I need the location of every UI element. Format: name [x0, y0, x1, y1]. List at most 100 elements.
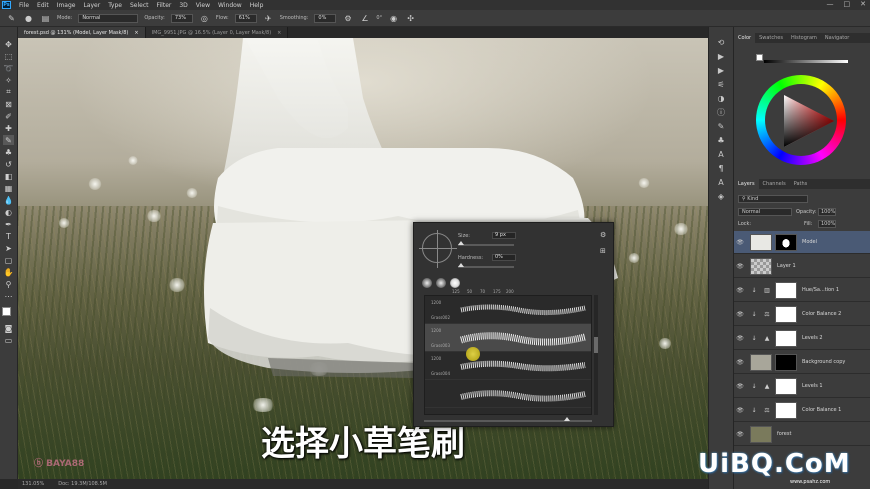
tab-img-9951[interactable]: IMG_9951.JPG @ 16.5% (Layer 0, Layer Mas…: [145, 27, 289, 38]
layer-mask-thumbnail[interactable]: [775, 329, 797, 347]
preset-hard-round[interactable]: [450, 278, 460, 288]
tab-color[interactable]: Color: [734, 33, 756, 43]
layer-row-layer-1[interactable]: 👁 Layer 1: [734, 255, 870, 278]
zoom-level[interactable]: 131.05%: [22, 481, 44, 487]
angle-value[interactable]: 0°: [376, 15, 382, 21]
hardness-slider-knob[interactable]: [458, 263, 464, 267]
marquee-tool-icon[interactable]: ⬚: [3, 51, 14, 61]
zoom-tool-icon[interactable]: ⚲: [3, 279, 14, 289]
more-tools-icon[interactable]: ⋯: [3, 291, 14, 301]
menu-window[interactable]: Window: [214, 2, 246, 9]
foreground-color-swatch[interactable]: [756, 54, 763, 61]
history-icon[interactable]: ⟲: [715, 37, 727, 48]
color-triangle[interactable]: [782, 93, 838, 149]
info-icon[interactable]: ⓘ: [715, 107, 727, 118]
clone-source-icon[interactable]: ♣: [715, 135, 727, 146]
layer-mask-thumbnail[interactable]: [775, 353, 797, 371]
eye-icon[interactable]: 👁: [734, 407, 746, 414]
pressure-size-icon[interactable]: ◉: [388, 13, 399, 24]
lasso-tool-icon[interactable]: ➰: [3, 63, 14, 73]
fill-field[interactable]: 100%: [818, 220, 836, 228]
layer-row-color-balance-1[interactable]: 👁 ↓ ⚖ Color Balance 1: [734, 399, 870, 422]
eye-icon[interactable]: 👁: [734, 335, 746, 342]
close-tab-icon[interactable]: ×: [134, 30, 138, 36]
opacity-field[interactable]: 73%: [170, 13, 193, 23]
hardness-slider-track[interactable]: [458, 266, 514, 268]
brush-preset-item[interactable]: [425, 380, 591, 408]
mode-select[interactable]: Normal: [78, 13, 139, 23]
new-preset-icon[interactable]: ⊞: [600, 247, 606, 255]
gear-icon[interactable]: ⚙: [600, 231, 606, 239]
size-field[interactable]: 9 px: [492, 232, 516, 239]
brush-preset-item[interactable]: 1200 Grass004: [425, 352, 591, 380]
layer-mask-thumbnail[interactable]: [775, 377, 797, 395]
paragraph-icon[interactable]: ¶: [715, 163, 727, 174]
layer-row-forest[interactable]: 👁 forest: [734, 423, 870, 446]
history-brush-tool-icon[interactable]: ↺: [3, 159, 14, 169]
menu-3d[interactable]: 3D: [175, 2, 191, 9]
eye-icon[interactable]: 👁: [734, 431, 746, 438]
adjustments-icon[interactable]: ◑: [715, 93, 727, 104]
airbrush-icon[interactable]: ✈: [263, 13, 274, 24]
brush-tool-icon[interactable]: ✎: [6, 13, 17, 24]
type-tool-icon[interactable]: T: [3, 231, 14, 241]
menu-filter[interactable]: Filter: [153, 2, 176, 9]
blend-mode-select[interactable]: Normal: [738, 208, 792, 216]
tab-swatches[interactable]: Swatches: [755, 33, 787, 43]
maximize-button[interactable]: □: [844, 0, 851, 8]
eye-icon[interactable]: 👁: [734, 383, 746, 390]
eye-icon[interactable]: 👁: [734, 239, 746, 246]
healing-tool-icon[interactable]: ✚: [3, 123, 14, 133]
layer-mask-thumbnail[interactable]: [775, 281, 797, 299]
layer-row-background-copy[interactable]: 👁 Background copy: [734, 351, 870, 374]
menu-layer[interactable]: Layer: [79, 2, 104, 9]
minimize-button[interactable]: —: [827, 0, 834, 8]
smoothing-field[interactable]: 0%: [314, 13, 337, 23]
brush-list-scrollbar[interactable]: [594, 295, 598, 415]
character-icon[interactable]: A: [715, 149, 727, 160]
foreground-color-swatch[interactable]: [1, 307, 11, 316]
brush-preset-item[interactable]: 1200 Grass002: [425, 296, 591, 324]
brush-angle-roundness-control[interactable]: [419, 230, 457, 268]
tab-paths[interactable]: Paths: [790, 179, 812, 189]
pen-tool-icon[interactable]: ✒: [3, 219, 14, 229]
tab-forest[interactable]: forest.psd @ 131% (Model, Layer Mask/8) …: [18, 27, 146, 38]
size-slider-knob[interactable]: [458, 241, 464, 245]
filter-kind-select[interactable]: ⚲ Kind: [738, 195, 808, 203]
gradient-tool-icon[interactable]: ▦: [3, 183, 14, 193]
eye-icon[interactable]: 👁: [734, 287, 746, 294]
menu-view[interactable]: View: [192, 2, 214, 9]
dodge-tool-icon[interactable]: ◐: [3, 207, 14, 217]
brush-preset-item[interactable]: 1200 Grass003: [425, 324, 591, 352]
brush-settings-icon[interactable]: ▤: [40, 13, 51, 24]
play-action-icon[interactable]: ▶: [715, 65, 727, 76]
blur-tool-icon[interactable]: 💧: [3, 195, 14, 205]
layer-mask-thumbnail[interactable]: [775, 233, 797, 251]
layer-row-levels-2[interactable]: 👁 ↓ ▲ Levels 2: [734, 327, 870, 350]
menu-edit[interactable]: Edit: [33, 2, 53, 9]
eye-icon[interactable]: 👁: [734, 311, 746, 318]
brush-settings-icon[interactable]: ✎: [715, 121, 727, 132]
menu-type[interactable]: Type: [104, 2, 126, 9]
play-action-icon[interactable]: ▶: [715, 51, 727, 62]
shape-tool-icon[interactable]: ▢: [3, 255, 14, 265]
eye-icon[interactable]: 👁: [734, 359, 746, 366]
preset-soft-round[interactable]: [422, 278, 432, 288]
pressure-opacity-icon[interactable]: ◎: [199, 13, 210, 24]
brightness-slider[interactable]: [764, 60, 848, 63]
eye-icon[interactable]: 👁: [734, 263, 746, 270]
menu-image[interactable]: Image: [53, 2, 80, 9]
close-window-button[interactable]: ✕: [860, 0, 866, 8]
preset-soft-round[interactable]: [436, 278, 446, 288]
layer-opacity-field[interactable]: 100%: [818, 208, 836, 216]
symmetry-icon[interactable]: ✣: [405, 13, 416, 24]
scrollbar-thumb[interactable]: [594, 337, 598, 353]
tab-layers[interactable]: Layers: [734, 179, 759, 189]
layer-row-hue-saturation[interactable]: 👁 ↓ ▥ Hue/Sa...tion 1: [734, 279, 870, 302]
eyedropper-tool-icon[interactable]: ✐: [3, 111, 14, 121]
clone-stamp-tool-icon[interactable]: ♣: [3, 147, 14, 157]
brush-tool-icon[interactable]: ✎: [3, 135, 14, 145]
close-tab-icon[interactable]: ×: [277, 30, 281, 36]
hand-tool-icon[interactable]: ✋: [3, 267, 14, 277]
brush-preset-list[interactable]: 1200 Grass002 1200 Grass003 1200 Grass00…: [424, 295, 592, 415]
